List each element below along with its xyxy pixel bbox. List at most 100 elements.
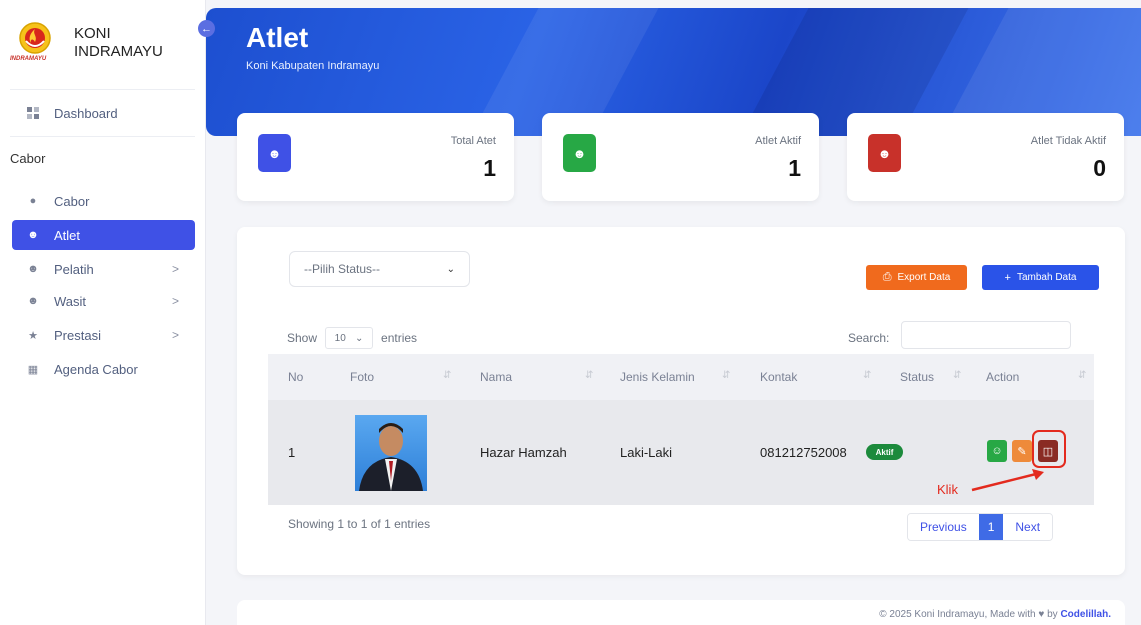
sort-icon: ⇵ bbox=[443, 370, 452, 381]
chevron-right-icon: > bbox=[171, 328, 179, 342]
search-input[interactable] bbox=[901, 321, 1071, 349]
sidebar-item-label: Dashboard bbox=[54, 105, 118, 121]
show-label: Show bbox=[287, 331, 318, 345]
stat-value: 0 bbox=[1093, 155, 1106, 181]
sort-icon: ⇵ bbox=[1078, 370, 1087, 381]
column-header-kontak[interactable]: Kontak bbox=[760, 370, 797, 384]
export-label: Export Data bbox=[897, 272, 951, 283]
by-text: by bbox=[1047, 609, 1058, 620]
entries-length-select[interactable]: 10 ⌄ bbox=[325, 327, 374, 349]
status-filter-select[interactable]: --Pilih Status-- ⌄ bbox=[289, 251, 470, 287]
copyright-text: © 2025 Koni Indramayu, Made with bbox=[879, 609, 1036, 620]
arrow-left-icon: ← bbox=[201, 22, 212, 35]
footer: © 2025 Koni Indramayu, Made with ♥ by Co… bbox=[237, 600, 1125, 625]
status-filter-value: --Pilih Status-- bbox=[304, 262, 381, 276]
users-icon: ☻ bbox=[27, 229, 39, 241]
users-icon: ☻ bbox=[563, 134, 596, 172]
atlet-table-card: --Pilih Status-- ⌄ ⎙ Export Data + Tamba… bbox=[237, 227, 1125, 575]
brand-name: KONI INDRAMAYU bbox=[74, 25, 163, 61]
koni-logo: INDRAMAYU bbox=[10, 18, 56, 68]
stat-value: 1 bbox=[788, 155, 801, 181]
entries-label: entries bbox=[381, 331, 418, 345]
pagination: Previous 1 Next bbox=[907, 513, 1054, 541]
sidebar-item-prestasi[interactable]: ★ Prestasi > bbox=[12, 320, 195, 350]
sidebar-item-label: Prestasi bbox=[54, 327, 101, 343]
brand[interactable]: INDRAMAYU KONI INDRAMAYU bbox=[10, 18, 163, 68]
sidebar-item-label: Pelatih bbox=[54, 261, 94, 277]
cabor-icon: ● bbox=[29, 195, 37, 207]
detail-button[interactable]: ☺ bbox=[987, 440, 1007, 462]
sidebar-item-pelatih[interactable]: ☻ Pelatih > bbox=[12, 254, 195, 284]
file-export-icon: ⎙ bbox=[882, 271, 892, 283]
annotation-arrow-icon bbox=[971, 469, 1044, 492]
chevron-right-icon: > bbox=[171, 262, 179, 276]
edit-button[interactable]: ✎ bbox=[1012, 440, 1032, 462]
author-link[interactable]: Codelillah. bbox=[1060, 609, 1111, 620]
column-header-action[interactable]: Action bbox=[986, 370, 1019, 384]
cell-jenis-kelamin: Laki-Laki bbox=[620, 445, 673, 460]
stat-card-tidak-aktif: ☻ Atlet Tidak Aktif 0 bbox=[847, 113, 1124, 201]
page-subtitle: Koni Kabupaten Indramayu bbox=[246, 60, 380, 72]
stat-label: Atlet Tidak Aktif bbox=[1030, 135, 1106, 147]
sidebar-section-title: Cabor bbox=[10, 151, 46, 166]
cell-kontak: 081212752008 bbox=[760, 445, 847, 460]
brand-line-2: INDRAMAYU bbox=[74, 43, 163, 60]
stat-card-total: ☻ Total Atet 1 bbox=[237, 113, 514, 201]
entries-length-control: Show 10 ⌄ entries bbox=[287, 327, 417, 349]
sidebar-item-label: Wasit bbox=[54, 293, 87, 309]
sidebar-item-wasit[interactable]: ☻ Wasit > bbox=[12, 286, 195, 316]
page-1-button[interactable]: 1 bbox=[978, 514, 1004, 540]
divider bbox=[10, 136, 195, 137]
sort-icon: ⇵ bbox=[953, 370, 962, 381]
sidebar-item-atlet[interactable]: ☻ Atlet bbox=[12, 220, 195, 250]
delete-highlight-box bbox=[1032, 430, 1066, 468]
sidebar-item-cabor[interactable]: ● Cabor bbox=[12, 186, 195, 216]
column-header-foto[interactable]: Foto bbox=[350, 370, 374, 384]
table-info: Showing 1 to 1 of 1 entries bbox=[288, 517, 431, 531]
table-header: No Foto ⇵ Nama ⇵ Jenis Kelamin ⇵ Kontak … bbox=[268, 354, 1094, 400]
sort-icon: ⇵ bbox=[722, 370, 731, 381]
edit-icon: ✎ bbox=[1017, 445, 1027, 458]
sidebar-item-label: Agenda Cabor bbox=[54, 361, 138, 377]
users-icon: ☻ bbox=[258, 134, 291, 172]
collapse-sidebar-button[interactable]: ← bbox=[198, 20, 215, 37]
export-data-button[interactable]: ⎙ Export Data bbox=[866, 265, 967, 290]
sidebar-item-label: Cabor bbox=[54, 193, 90, 209]
previous-page-button[interactable]: Previous bbox=[908, 514, 979, 540]
user-icon: ☺ bbox=[991, 445, 1003, 457]
plus-icon: + bbox=[1004, 271, 1011, 284]
annotation-label: Klik bbox=[937, 482, 958, 497]
sidebar-item-agenda-cabor[interactable]: ▦ Agenda Cabor bbox=[12, 354, 195, 384]
footer-text: © 2025 Koni Indramayu, Made with ♥ by Co… bbox=[879, 609, 1111, 620]
sort-icon: ⇵ bbox=[585, 370, 594, 381]
cell-no: 1 bbox=[288, 445, 296, 460]
column-header-no[interactable]: No bbox=[288, 370, 303, 384]
page-title: Atlet bbox=[246, 22, 309, 53]
chevron-down-icon: ⌄ bbox=[446, 263, 455, 275]
logo-text: INDRAMAYU bbox=[10, 56, 47, 62]
chevron-down-icon: ⌄ bbox=[355, 332, 364, 344]
column-header-nama[interactable]: Nama bbox=[480, 370, 512, 384]
search-label: Search: bbox=[848, 331, 890, 345]
table-row: 1 Hazar Hamzah Laki-Laki 081212752008 Ak… bbox=[268, 400, 1094, 505]
divider bbox=[10, 89, 195, 90]
stat-value: 1 bbox=[483, 155, 496, 181]
star-icon: ★ bbox=[28, 329, 38, 342]
athlete-photo bbox=[355, 415, 427, 491]
cell-nama: Hazar Hamzah bbox=[480, 445, 567, 460]
column-header-jenis-kelamin[interactable]: Jenis Kelamin bbox=[620, 370, 695, 384]
sidebar-item-dashboard[interactable]: Dashboard bbox=[12, 98, 195, 128]
stat-card-aktif: ☻ Atlet Aktif 1 bbox=[542, 113, 819, 201]
users-icon: ☻ bbox=[868, 134, 901, 172]
chevron-right-icon: > bbox=[171, 294, 179, 308]
tambah-data-button[interactable]: + Tambah Data bbox=[982, 265, 1099, 290]
length-value: 10 bbox=[334, 332, 346, 344]
users-icon: ☻ bbox=[27, 295, 39, 307]
grid-icon bbox=[26, 106, 40, 120]
brand-line-1: KONI bbox=[74, 25, 111, 42]
users-icon: ☻ bbox=[27, 263, 39, 275]
stat-label: Atlet Aktif bbox=[755, 135, 801, 147]
column-header-status[interactable]: Status bbox=[900, 370, 934, 384]
next-page-button[interactable]: Next bbox=[1003, 514, 1053, 540]
calendar-icon: ▦ bbox=[27, 363, 39, 376]
